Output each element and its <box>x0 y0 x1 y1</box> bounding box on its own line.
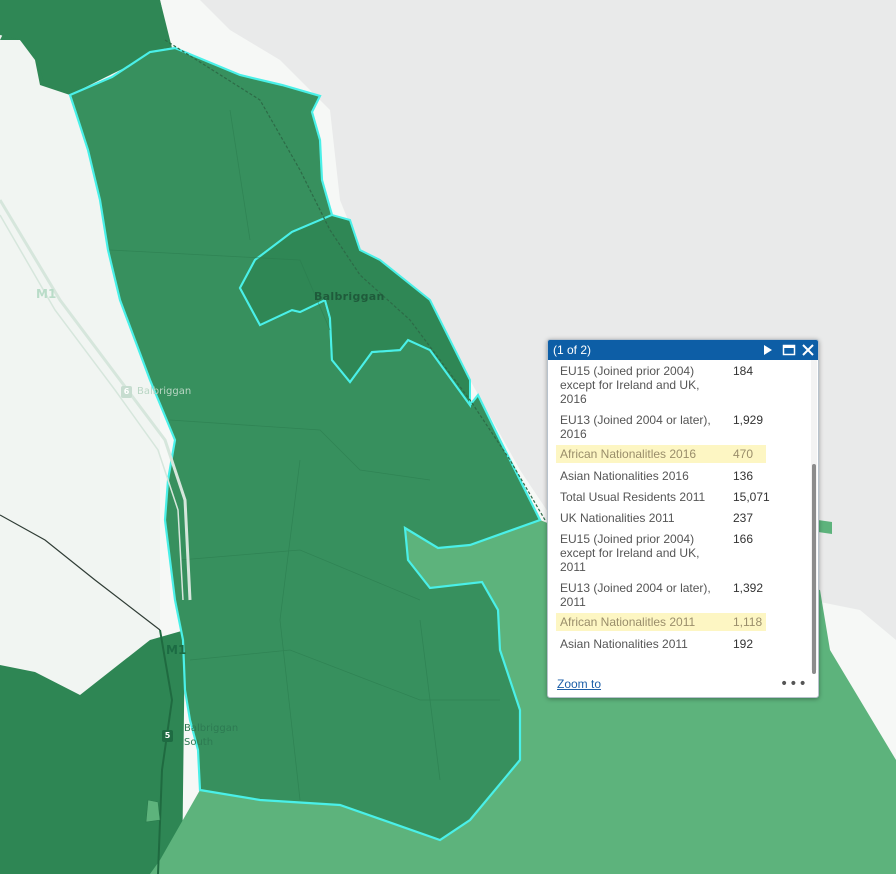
attribute-field-line: 2016 <box>560 427 587 441</box>
attribute-field-line: 2016 <box>560 392 587 406</box>
popup-scrollbar[interactable] <box>811 360 817 674</box>
attribute-field-line: Asian Nationalities 2011 <box>560 637 688 651</box>
popup-attribute-list[interactable]: EU15 (Joined prior 2004) except for Irela… <box>548 360 810 670</box>
attribute-field-name: UK Nationalities 2011 <box>560 511 715 525</box>
attribute-value: 166 <box>733 532 754 546</box>
small-parcel <box>145 799 161 823</box>
attribute-value: 470 <box>733 447 754 461</box>
attribute-row: African Nationalitles 2011 1,118 <box>556 613 766 631</box>
feature-popup[interactable]: (1 of 2) EU15 (Joined prior 2004) except … <box>547 339 819 698</box>
attribute-value: 1,118 <box>733 615 763 629</box>
zoom-to-link[interactable]: Zoom to <box>557 677 601 691</box>
attribute-row: Asian Nationalities 2011 192 <box>556 637 766 651</box>
attribute-value: 237 <box>733 511 754 525</box>
attribute-field-line: 2011 <box>560 560 586 574</box>
attribute-row: Total Usual Residents 2011 15,071 <box>556 490 770 504</box>
attribute-field-line: except for Ireland and UK, <box>560 378 700 392</box>
island <box>818 520 832 534</box>
attribute-field-line: EU13 (Joined 2004 or later), <box>560 413 711 427</box>
attribute-row: EU15 (Joined prior 2004) except for Irela… <box>556 532 766 574</box>
attribute-field-line: African Nationalitles 2016 <box>560 447 697 461</box>
next-feature-icon[interactable] <box>761 343 775 357</box>
attribute-row: Asian Nationalities 2016 136 <box>556 469 766 483</box>
attribute-field-name: EU13 (Joined 2004 or later), 2011 <box>560 581 715 609</box>
maximize-icon[interactable] <box>782 343 796 357</box>
popup-title: (1 of 2) <box>553 343 592 357</box>
attribute-row: African Nationalitles 2016 470 <box>556 445 766 463</box>
attribute-value: 15,071 <box>733 490 770 504</box>
junction-north-icon: 6 <box>121 386 132 398</box>
attribute-field-line: African Nationalitles 2011 <box>560 615 696 629</box>
attribute-row: EU13 (Joined 2004 or later), 2016 1,929 <box>556 413 766 441</box>
attribute-field-line: 2011 <box>560 595 586 609</box>
attribute-field-line: Asian Nationalities 2016 <box>560 469 689 483</box>
popup-header: (1 of 2) <box>548 340 818 360</box>
attribute-value: 1,929 <box>733 413 764 427</box>
popup-scroll-thumb[interactable] <box>812 464 816 674</box>
attribute-field-line: Total Usual Residents 2011 <box>560 490 706 504</box>
attribute-field-name: Asian Nationalities 2011 <box>560 637 715 651</box>
attribute-value: 136 <box>733 469 754 483</box>
attribute-row: EU13 (Joined 2004 or later), 2011 1,392 <box>556 581 766 609</box>
attribute-value: 1,392 <box>733 581 764 595</box>
attribute-field-name: EU15 (Joined prior 2004) except for Irela… <box>560 532 715 574</box>
attribute-field-line: UK Nationalities 2011 <box>560 511 675 525</box>
attribute-field-name: EU13 (Joined 2004 or later), 2016 <box>560 413 715 441</box>
attribute-field-name: African Nationalitles 2011 <box>560 615 715 629</box>
attribute-value: 192 <box>733 637 754 651</box>
attribute-field-line: EU15 (Joined prior 2004) <box>560 532 695 546</box>
attribute-row: UK Nationalities 2011 237 <box>556 511 766 525</box>
attribute-value: 184 <box>733 364 754 378</box>
close-icon[interactable] <box>801 343 815 357</box>
more-options-icon[interactable]: ••• <box>780 676 808 692</box>
attribute-field-name: Asian Nationalities 2016 <box>560 469 715 483</box>
attribute-field-name: African Nationalitles 2016 <box>560 447 715 461</box>
attribute-field-line: EU15 (Joined prior 2004) <box>560 364 695 378</box>
attribute-row: EU15 (Joined prior 2004) except for Irela… <box>556 364 766 406</box>
attribute-field-line: except for Ireland and UK, <box>560 546 700 560</box>
attribute-field-name: EU15 (Joined prior 2004) except for Irela… <box>560 364 715 406</box>
attribute-field-line: EU13 (Joined 2004 or later), <box>560 581 711 595</box>
attribute-field-name: Total Usual Residents 2011 <box>560 490 715 504</box>
junction-south-icon: 5 <box>162 730 173 742</box>
